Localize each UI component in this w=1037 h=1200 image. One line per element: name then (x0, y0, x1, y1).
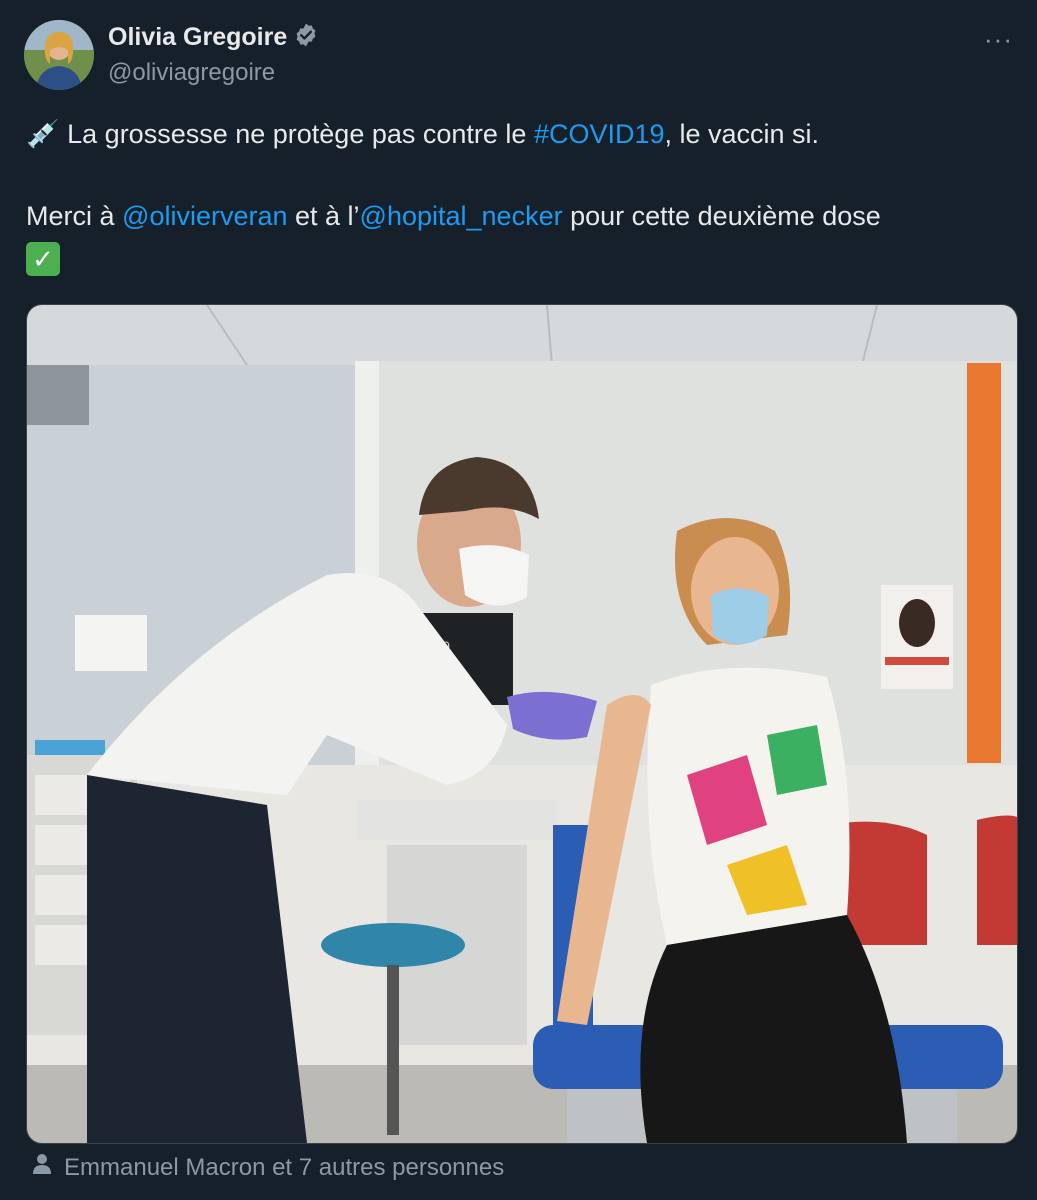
tweet-text-segment: Merci à (26, 201, 123, 231)
tweet-line-1: 💉 La grossesse ne protège pas contre le … (26, 114, 1007, 155)
tweet-header: Olivia Gregoire @oliviagregoire ··· (24, 18, 1017, 94)
tweet-line-3: ✓ (26, 237, 1007, 278)
tweet-photo[interactable]: W9 (26, 304, 1018, 1144)
hashtag-covid19-link[interactable]: #COVID19 (534, 119, 665, 149)
more-options-icon[interactable]: ··· (984, 24, 1013, 55)
author-handle[interactable]: @oliviagregoire (108, 59, 319, 87)
tweet-text-segment: , le vaccin si. (664, 119, 820, 149)
author-avatar[interactable] (24, 20, 94, 90)
check-mark-emoji-icon: ✓ (26, 241, 60, 276)
tweet-line-2: Merci à @olivierveran et à l’@hopital_ne… (26, 196, 1007, 237)
tagged-people-row[interactable]: Emmanuel Macron et 7 autres personnes (30, 1152, 504, 1183)
tweet-text-segment: et à l’ (287, 201, 360, 231)
author-name[interactable]: Olivia Gregoire (108, 23, 287, 52)
tweet-text: 💉 La grossesse ne protège pas contre le … (26, 114, 1007, 278)
tweet-text-segment: pour cette deuxième dose (562, 201, 881, 231)
mention-olivierveran-link[interactable]: @olivierveran (122, 201, 287, 231)
syringe-emoji-icon: 💉 (26, 119, 60, 149)
verified-badge-icon (293, 22, 319, 53)
tweet-text-segment: La grossesse ne protège pas contre le (67, 119, 534, 149)
tagged-people-label: Emmanuel Macron et 7 autres personnes (64, 1153, 505, 1181)
mention-hopital-necker-link[interactable]: @hopital_necker (360, 201, 563, 231)
person-icon (30, 1152, 54, 1183)
